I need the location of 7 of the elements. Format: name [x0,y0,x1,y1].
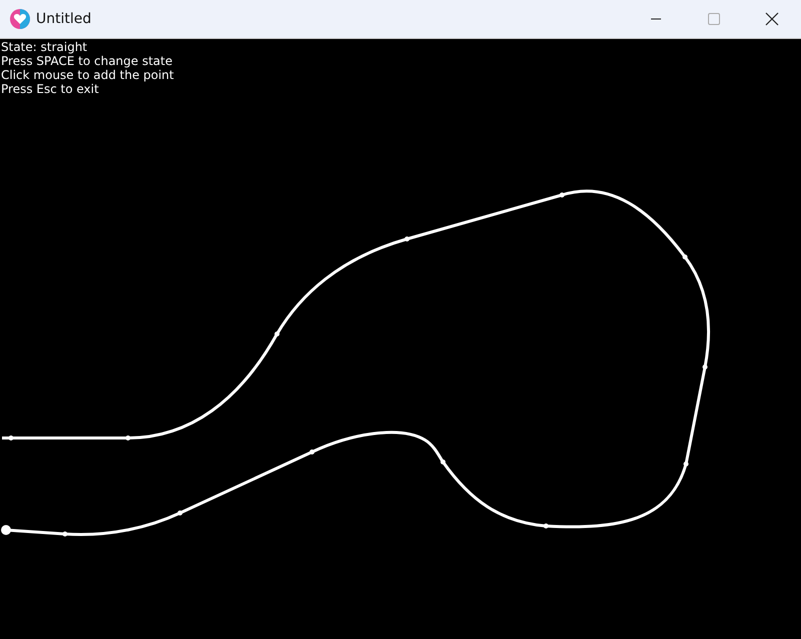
info-text: Click mouse to add the point [1,68,174,82]
maximize-icon [708,13,720,25]
info-text: Press Esc to exit [1,82,100,96]
info-text: Press SPACE to change state [1,54,174,68]
info-text: State: straight [1,40,88,54]
window-title: Untitled [36,11,92,27]
close-icon [765,12,779,26]
